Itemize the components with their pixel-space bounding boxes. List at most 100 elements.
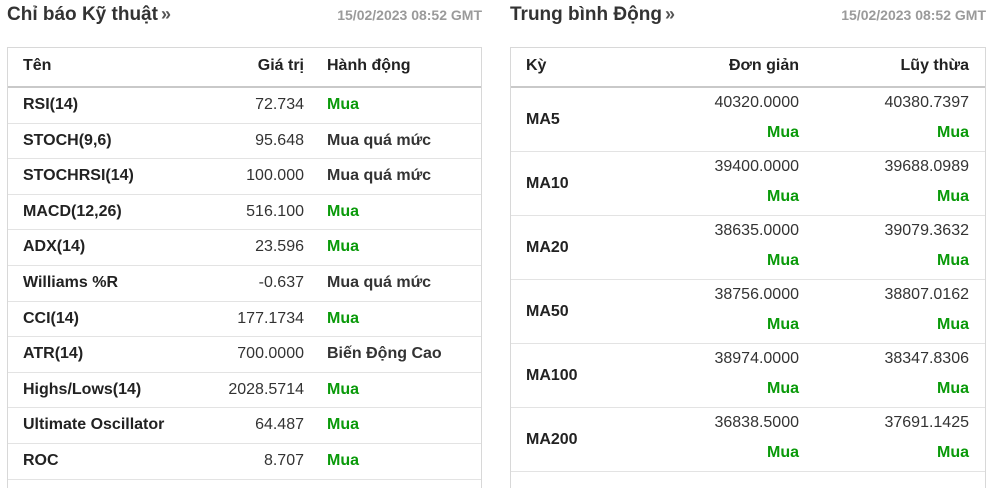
- exponential-ma-action: Mua: [937, 444, 969, 461]
- indicator-value: 100.000: [246, 167, 304, 185]
- table-row: MA5 40320.0000 Mua 40380.7397 Mua: [511, 88, 985, 152]
- indicator-value: 23.596: [255, 238, 304, 256]
- simple-ma-action: Mua: [767, 188, 799, 205]
- exponential-ma-action: Mua: [937, 316, 969, 333]
- indicator-action: Mua: [327, 380, 359, 398]
- column-header-exponential: Lũy thừa: [900, 57, 969, 74]
- column-header-simple: Đơn giản: [728, 57, 799, 74]
- exponential-ma-value: 38807.0162: [884, 286, 969, 303]
- indicator-action: Mua quá mức: [327, 131, 432, 149]
- indicator-action: Mua: [327, 96, 359, 113]
- indicator-value: 700.0000: [237, 345, 304, 363]
- column-header-name: Tên: [23, 57, 52, 74]
- indicator-name: RSI(14): [23, 96, 79, 113]
- timestamp: 15/02/2023 08:52 GMT: [337, 7, 482, 23]
- indicator-value: -0.637: [258, 273, 304, 291]
- indicator-name: ATR(14): [23, 345, 84, 363]
- indicator-name: MACD(12,26): [23, 202, 122, 220]
- technical-indicators-table: Tên Giá trị Hành động RSI(14) 72.734 Mua ST…: [7, 47, 482, 488]
- moving-averages-panel: Trung bình Động» 15/02/2023 08:52 GMT Kỳ…: [510, 0, 986, 488]
- table-row: MA100 38974.0000 Mua 38347.8306 Mua: [511, 344, 985, 408]
- panel-header: Chỉ báo Kỹ thuật» 15/02/2023 08:52 GMT: [7, 0, 482, 32]
- column-header-period: Kỳ: [526, 57, 547, 74]
- timestamp: 15/02/2023 08:52 GMT: [841, 7, 986, 23]
- simple-ma-action: Mua: [767, 444, 799, 461]
- indicator-name: ADX(14): [23, 238, 86, 256]
- ma-period: MA10: [526, 175, 569, 192]
- indicator-value: 516.100: [246, 202, 304, 220]
- panel-title-text: Chỉ báo Kỹ thuật: [7, 4, 158, 25]
- table-row: ATR(14) 700.0000 Biến Động Cao: [8, 337, 481, 373]
- double-chevron-right-icon: »: [664, 4, 675, 24]
- table-body: RSI(14) 72.734 Mua STOCH(9,6) 95.648 Mua quá …: [8, 88, 481, 480]
- table-row: MA200 36838.5000 Mua 37691.1425 Mua: [511, 408, 985, 472]
- indicator-action: Mua: [327, 238, 359, 256]
- table-header: Tên Giá trị Hành động: [8, 48, 481, 88]
- table-row: Williams %R -0.637 Mua quá mức: [8, 266, 481, 302]
- panel-header: Trung bình Động» 15/02/2023 08:52 GMT: [510, 0, 986, 32]
- moving-averages-table: Kỳ Đơn giản Lũy thừa MA5 40320.0000 Mua 403…: [510, 47, 986, 488]
- table-row: RSI(14) 72.734 Mua: [8, 88, 481, 124]
- simple-ma-value: 38635.0000: [714, 222, 799, 239]
- table-row: MA50 38756.0000 Mua 38807.0162 Mua: [511, 280, 985, 344]
- ma-period: MA50: [526, 303, 569, 320]
- table-row: CCI(14) 177.1734 Mua: [8, 302, 481, 338]
- exponential-ma-action: Mua: [937, 252, 969, 269]
- table-row: Highs/Lows(14) 2028.5714 Mua: [8, 373, 481, 409]
- exponential-ma-action: Mua: [937, 124, 969, 141]
- exponential-ma-action: Mua: [937, 188, 969, 205]
- indicator-action: Mua: [327, 309, 359, 327]
- simple-ma-value: 40320.0000: [714, 94, 799, 111]
- indicator-action: Mua quá mức: [327, 167, 432, 185]
- table-body: MA5 40320.0000 Mua 40380.7397 Mua MA10 39400.0…: [511, 88, 985, 472]
- indicator-name: ROC: [23, 451, 59, 469]
- exponential-ma-action: Mua: [937, 380, 969, 397]
- ma-period: MA5: [526, 111, 560, 128]
- table-row: MA20 38635.0000 Mua 39079.3632 Mua: [511, 216, 985, 280]
- ma-period: MA20: [526, 239, 569, 256]
- indicator-value: 2028.5714: [228, 380, 304, 398]
- table-row: ROC 8.707 Mua: [8, 444, 481, 480]
- indicator-name: STOCH(9,6): [23, 131, 112, 149]
- indicator-value: 177.1734: [237, 309, 304, 327]
- column-header-value: Giá trị: [257, 57, 304, 74]
- exponential-ma-value: 37691.1425: [884, 414, 969, 431]
- simple-ma-action: Mua: [767, 316, 799, 333]
- table-row: STOCH(9,6) 95.648 Mua quá mức: [8, 124, 481, 160]
- simple-ma-action: Mua: [767, 252, 799, 269]
- indicator-action: Biến Động Cao: [327, 345, 442, 363]
- simple-ma-action: Mua: [767, 380, 799, 397]
- technical-indicators-title-link[interactable]: Chỉ báo Kỹ thuật»: [7, 4, 171, 26]
- ma-period: MA200: [526, 431, 578, 448]
- simple-ma-value: 39400.0000: [714, 158, 799, 175]
- indicator-value: 72.734: [255, 96, 304, 113]
- table-row: Ultimate Oscillator 64.487 Mua: [8, 408, 481, 444]
- table-row: MACD(12,26) 516.100 Mua: [8, 195, 481, 231]
- moving-averages-title-link[interactable]: Trung bình Động»: [510, 4, 675, 26]
- exponential-ma-value: 38347.8306: [884, 350, 969, 367]
- simple-ma-value: 38974.0000: [714, 350, 799, 367]
- exponential-ma-value: 40380.7397: [884, 94, 969, 111]
- indicator-name: CCI(14): [23, 309, 80, 327]
- table-header: Kỳ Đơn giản Lũy thừa: [511, 48, 985, 88]
- indicator-name: Highs/Lows(14): [23, 380, 142, 398]
- ma-period: MA100: [526, 367, 578, 384]
- exponential-ma-value: 39688.0989: [884, 158, 969, 175]
- indicator-value: 95.648: [255, 131, 304, 149]
- table-row: MA10 39400.0000 Mua 39688.0989 Mua: [511, 152, 985, 216]
- exponential-ma-value: 39079.3632: [884, 222, 969, 239]
- indicator-action: Mua: [327, 416, 359, 434]
- indicator-action: Mua: [327, 451, 359, 469]
- table-row: STOCHRSI(14) 100.000 Mua quá mức: [8, 159, 481, 195]
- indicator-value: 8.707: [263, 451, 304, 469]
- simple-ma-value: 36838.5000: [714, 414, 799, 431]
- indicator-action: Mua quá mức: [327, 273, 432, 291]
- simple-ma-action: Mua: [767, 124, 799, 141]
- technical-indicators-panel: Chỉ báo Kỹ thuật» 15/02/2023 08:52 GMT T…: [7, 0, 482, 488]
- indicator-name: STOCHRSI(14): [23, 167, 134, 185]
- column-header-action: Hành động: [327, 57, 411, 74]
- simple-ma-value: 38756.0000: [714, 286, 799, 303]
- table-row: ADX(14) 23.596 Mua: [8, 230, 481, 266]
- double-chevron-right-icon: »: [160, 4, 171, 24]
- indicator-value: 64.487: [255, 416, 304, 434]
